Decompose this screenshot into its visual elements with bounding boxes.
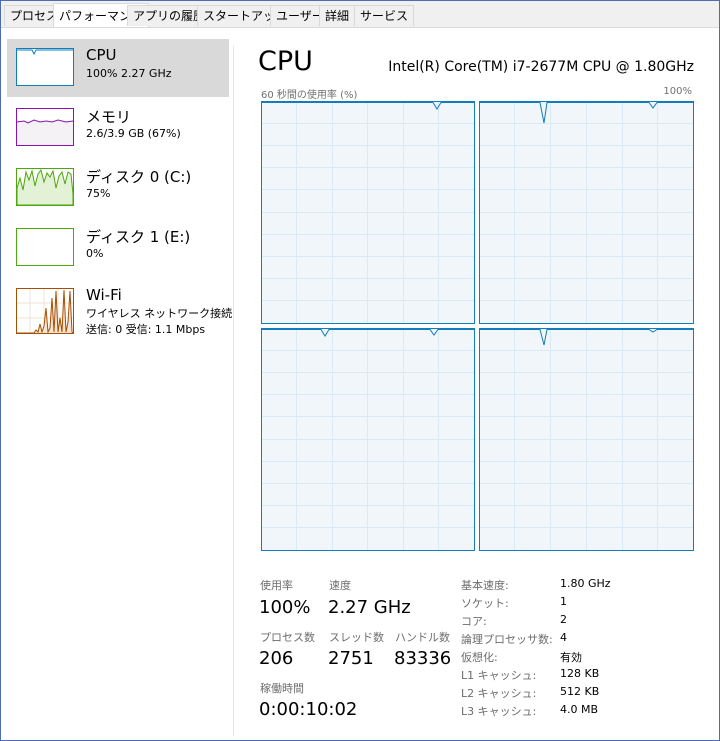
spec-value-cores: 2 <box>560 613 567 626</box>
cpu-core-graph-3 <box>479 328 694 551</box>
thread-count-value: 2751 <box>328 648 374 669</box>
spec-label-sockets: ソケット: <box>461 597 509 610</box>
sidebar-item-title: メモリ <box>86 108 132 126</box>
spec-value-l3-cache: 4.0 MB <box>560 703 599 716</box>
cpu-core-graph-3-svg <box>479 328 694 551</box>
graph-max-label: 100% <box>663 86 692 97</box>
task-manager-window: プロセス パフォーマンス アプリの履歴 スタートアップ ユーザー 詳細 サービス… <box>0 0 720 741</box>
spec-label-virtualization: 仮想化: <box>461 651 498 664</box>
cpu-core-graph-0 <box>261 101 475 324</box>
speed-label: 速度 <box>329 579 351 592</box>
cpu-core-graph-1-svg <box>479 101 694 324</box>
spec-value-sockets: 1 <box>560 595 567 608</box>
uptime-label: 稼働時間 <box>260 682 304 695</box>
process-count-value: 206 <box>259 648 294 669</box>
spec-label-base-speed: 基本速度: <box>461 579 509 592</box>
spec-value-l2-cache: 512 KB <box>560 685 600 698</box>
spec-label-l3-cache: L3 キャッシュ: <box>461 705 537 718</box>
sidebar-item-cpu[interactable]: CPU 100% 2.27 GHz <box>7 39 229 97</box>
tab-details[interactable]: 詳細 <box>319 5 356 26</box>
sidebar-item-subtitle: 2.6/3.9 GB (67%) <box>86 127 181 140</box>
sidebar-item-title: ディスク 1 (E:) <box>86 228 191 246</box>
spec-value-l1-cache: 128 KB <box>560 667 600 680</box>
spec-label-logical-processors: 論理プロセッサ数: <box>461 633 553 646</box>
cpu-core-graph-2 <box>261 328 475 551</box>
graph-axis-label: 60 秒間の使用率 (%) <box>261 90 358 101</box>
process-count-label: プロセス数 <box>260 631 315 644</box>
uptime-value: 0:00:10:02 <box>259 699 358 720</box>
sidebar-item-title: ディスク 0 (C:) <box>86 168 192 186</box>
handle-count-label: ハンドル数 <box>395 631 450 644</box>
sidebar-divider <box>233 46 234 736</box>
spec-value-virtualization: 有効 <box>560 651 582 664</box>
resource-sidebar: CPU 100% 2.27 GHz メモリ 2.6/3.9 GB (67%) デ… <box>1 28 233 740</box>
memory-mini-graph-icon <box>16 108 74 146</box>
cpu-mini-graph-icon <box>16 48 74 86</box>
thread-count-label: スレッド数 <box>329 631 384 644</box>
spec-label-l2-cache: L2 キャッシュ: <box>461 687 537 700</box>
sidebar-item-title: Wi-Fi <box>86 286 122 304</box>
wifi-mini-graph-icon <box>16 288 74 334</box>
handle-count-value: 83336 <box>394 648 452 669</box>
usage-value: 100% <box>259 597 311 618</box>
speed-value: 2.27 GHz <box>328 597 411 618</box>
sidebar-item-disk-0[interactable]: ディスク 0 (C:) 75% <box>7 159 229 217</box>
spec-value-base-speed: 1.80 GHz <box>560 577 611 590</box>
sidebar-item-wifi[interactable]: Wi-Fi ワイヤレス ネットワーク接続 送信: 0 受信: 1.1 Mbps <box>7 279 233 343</box>
sidebar-item-title: CPU <box>86 46 117 64</box>
cpu-core-graph-2-svg <box>261 328 475 551</box>
sidebar-item-disk-1[interactable]: ディスク 1 (E:) 0% <box>7 219 229 277</box>
cpu-core-graph-1 <box>479 101 694 324</box>
disk-mini-graph-icon <box>16 228 74 266</box>
sidebar-item-subtitle: ワイヤレス ネットワーク接続 <box>86 307 233 320</box>
sidebar-item-subtitle: 75% <box>86 187 111 200</box>
cpu-core-graph-0-svg <box>261 101 475 324</box>
disk-mini-graph-icon <box>16 168 74 206</box>
spec-value-logical-processors: 4 <box>560 631 567 644</box>
sidebar-item-subtitle-2: 送信: 0 受信: 1.1 Mbps <box>86 323 206 336</box>
tab-services[interactable]: サービス <box>354 5 415 26</box>
sidebar-item-memory[interactable]: メモリ 2.6/3.9 GB (67%) <box>7 99 229 157</box>
tab-bar: プロセス パフォーマンス アプリの履歴 スタートアップ ユーザー 詳細 サービス <box>1 1 719 28</box>
spec-label-l1-cache: L1 キャッシュ: <box>461 669 537 682</box>
sidebar-item-subtitle: 100% 2.27 GHz <box>86 67 172 80</box>
page-title: CPU <box>258 46 313 77</box>
spec-label-cores: コア: <box>461 615 487 628</box>
sidebar-item-subtitle: 0% <box>86 247 104 260</box>
usage-label: 使用率 <box>260 579 293 592</box>
cpu-model-name: Intel(R) Core(TM) i7-2677M CPU @ 1.80GHz <box>388 59 694 75</box>
